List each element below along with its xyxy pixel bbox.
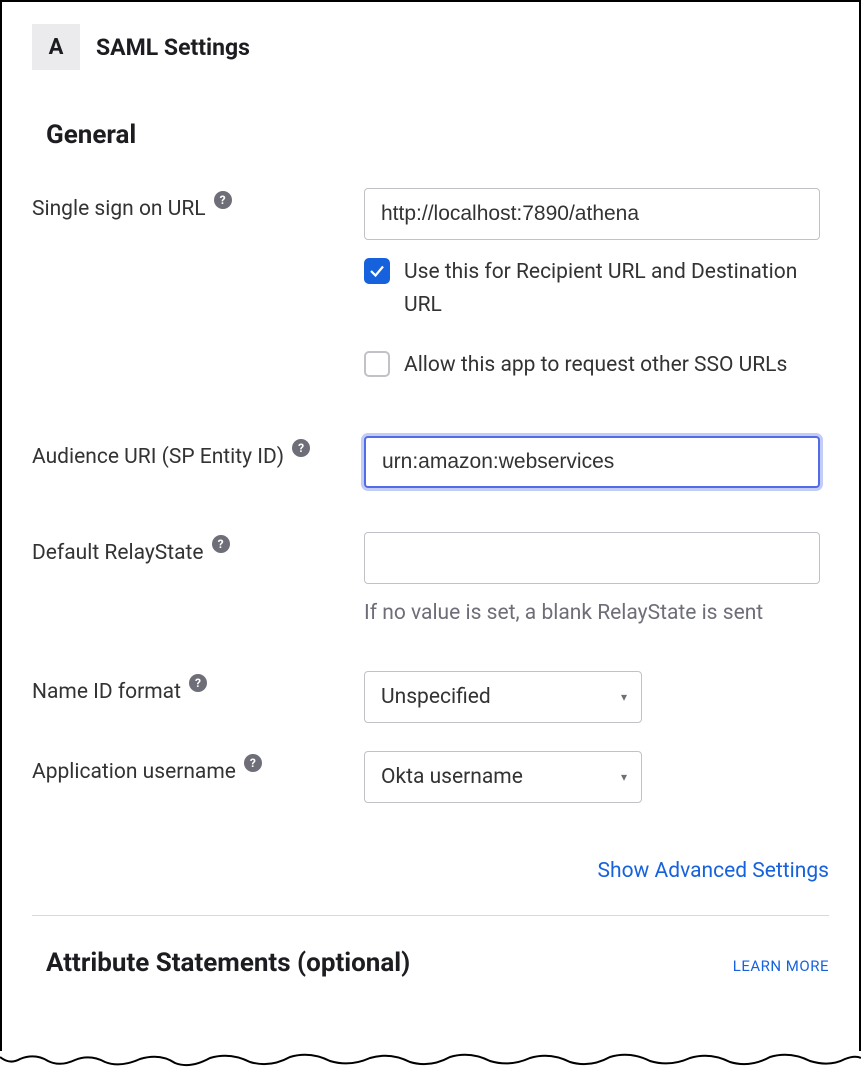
- help-icon[interactable]: ?: [244, 754, 262, 772]
- sso-url-input[interactable]: [364, 188, 820, 240]
- chevron-down-icon: ▾: [621, 770, 627, 784]
- check-icon: [368, 262, 386, 280]
- name-id-format-label-text: Name ID format: [32, 677, 181, 709]
- allow-other-sso-checkbox[interactable]: [364, 351, 390, 377]
- saml-settings-container: A SAML Settings General Single sign on U…: [0, 0, 861, 1071]
- audience-uri-row: Audience URI (SP Entity ID) ?: [32, 436, 829, 488]
- audience-uri-label: Audience URI (SP Entity ID) ?: [32, 436, 364, 474]
- default-relaystate-row: Default RelayState ? If no value is set,…: [32, 532, 829, 630]
- sso-url-row: Single sign on URL ? Use this for Recipi…: [32, 188, 829, 410]
- sso-url-label-text: Single sign on URL: [32, 194, 206, 226]
- show-advanced-settings-link[interactable]: Show Advanced Settings: [32, 859, 829, 883]
- help-icon[interactable]: ?: [214, 191, 232, 209]
- default-relaystate-label: Default RelayState ?: [32, 532, 364, 570]
- recipient-url-checkbox-label: Use this for Recipient URL and Destinati…: [404, 256, 829, 321]
- app-username-label: Application username ?: [32, 751, 364, 789]
- attribute-statements-header: Attribute Statements (optional) LEARN MO…: [46, 948, 829, 978]
- app-username-select[interactable]: Okta username ▾: [364, 751, 642, 803]
- header-row: A SAML Settings: [32, 24, 829, 70]
- learn-more-link[interactable]: LEARN MORE: [733, 957, 829, 975]
- app-username-value: Okta username: [381, 765, 523, 789]
- app-username-row: Application username ? Okta username ▾: [32, 751, 829, 803]
- general-section-title: General: [46, 120, 829, 150]
- page-title: SAML Settings: [96, 34, 250, 61]
- name-id-format-value: Unspecified: [381, 685, 491, 709]
- audience-uri-input[interactable]: [364, 436, 820, 488]
- default-relaystate-input[interactable]: [364, 532, 820, 584]
- section-divider: [32, 915, 829, 916]
- allow-other-sso-checkbox-label: Allow this app to request other SSO URLs: [404, 349, 787, 382]
- step-badge: A: [32, 24, 80, 70]
- help-icon[interactable]: ?: [189, 674, 207, 692]
- help-icon[interactable]: ?: [292, 439, 310, 457]
- name-id-format-row: Name ID format ? Unspecified ▾: [32, 671, 829, 723]
- app-username-label-text: Application username: [32, 757, 236, 789]
- default-relaystate-label-text: Default RelayState: [32, 538, 204, 570]
- audience-uri-label-text: Audience URI (SP Entity ID): [32, 442, 284, 474]
- chevron-down-icon: ▾: [621, 690, 627, 704]
- help-icon[interactable]: ?: [212, 535, 230, 553]
- sso-url-label: Single sign on URL ?: [32, 188, 364, 226]
- recipient-url-checkbox[interactable]: [364, 258, 390, 284]
- name-id-format-label: Name ID format ?: [32, 671, 364, 709]
- torn-edge-decoration: [0, 1051, 861, 1071]
- default-relaystate-help-text: If no value is set, a blank RelayState i…: [364, 598, 820, 630]
- attribute-statements-title: Attribute Statements (optional): [46, 948, 410, 978]
- name-id-format-select[interactable]: Unspecified ▾: [364, 671, 642, 723]
